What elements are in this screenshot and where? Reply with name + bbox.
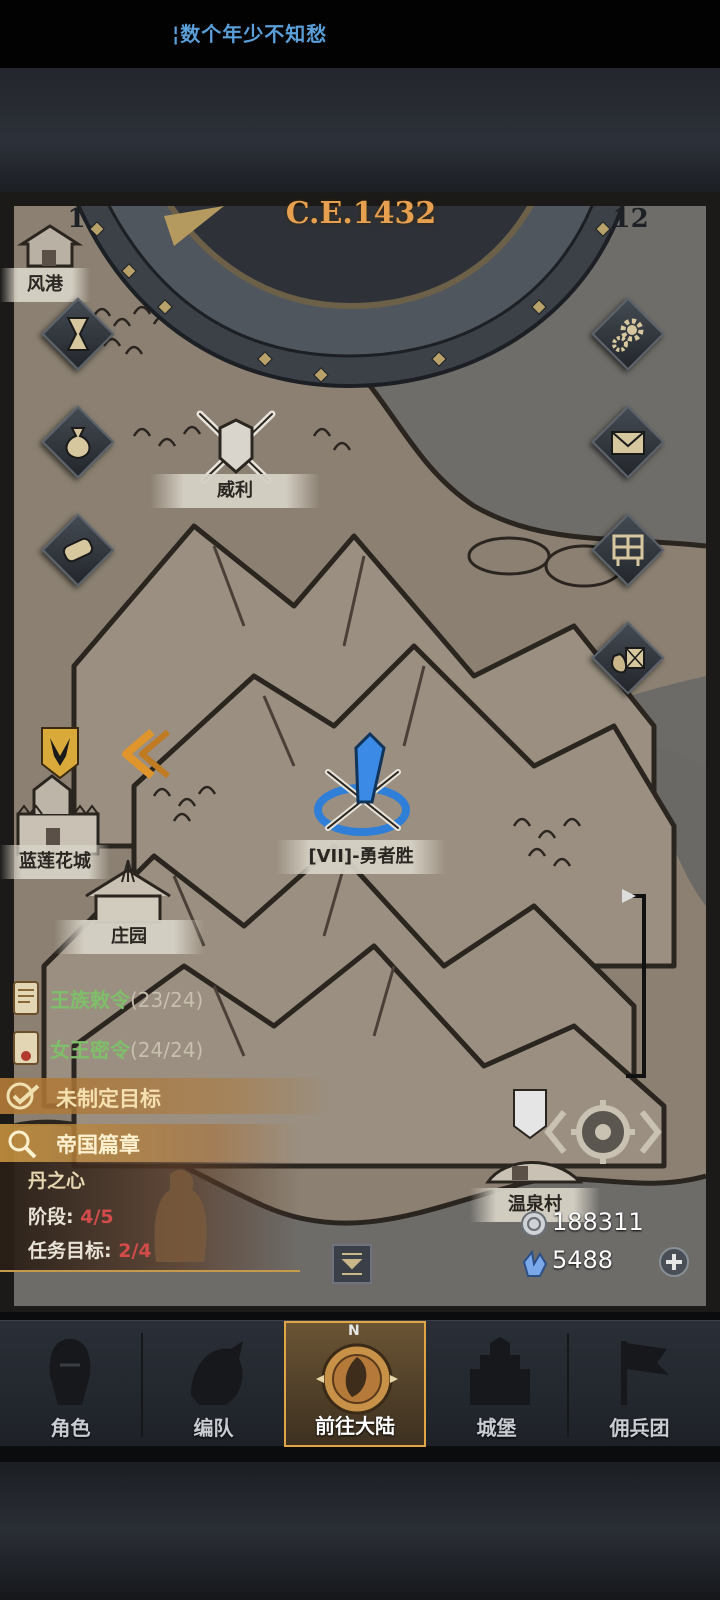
- goal-text: 未制定目标: [56, 1087, 161, 1111]
- mercenary-banner-icon: [621, 1341, 669, 1405]
- chapter-stage: 阶段: 4/5: [28, 1206, 114, 1228]
- tab-label-character: 角色: [50, 1416, 91, 1440]
- chapter-title: 帝国篇章: [56, 1133, 140, 1157]
- silver-coin-icon: [521, 1211, 547, 1237]
- tab-go-to-continent[interactable]: N 前往大陆: [284, 1321, 426, 1447]
- tab-label-go-to-continent: 前往大陆: [315, 1414, 395, 1438]
- tab-label-mercenary: 佣兵团: [609, 1416, 670, 1440]
- money-bag-button[interactable]: [40, 404, 116, 480]
- place-label-hero[interactable]: [VII]-勇者胜: [276, 840, 446, 874]
- tab-character[interactable]: 角色: [0, 1321, 141, 1447]
- silver-amount: 188311: [552, 1208, 644, 1236]
- supplies-icon: [611, 647, 645, 674]
- tab-label-castle: 城堡: [476, 1416, 517, 1440]
- chapter-task: 任务目标: 2/4: [28, 1240, 152, 1262]
- tab-formation[interactable]: 编队: [143, 1321, 284, 1447]
- notice-board-button[interactable]: [590, 512, 666, 588]
- hourglass-button[interactable]: [40, 296, 116, 372]
- add-currency-button[interactable]: [658, 1246, 690, 1278]
- crystal-amount: 5488: [552, 1246, 614, 1274]
- chapter-task-value: 2/4: [118, 1240, 152, 1262]
- gear-icon: [612, 318, 644, 352]
- status-bar: ¦数个年少不知愁: [0, 0, 720, 68]
- mail-icon: [611, 431, 645, 455]
- search-icon: [8, 1130, 37, 1159]
- scroll-icon: [62, 537, 94, 563]
- hero-marker-icon[interactable]: [310, 732, 420, 842]
- place-label-manor[interactable]: 庄园: [54, 920, 204, 954]
- goal-bar[interactable]: 未制定目标: [0, 1078, 330, 1114]
- notice-board-icon: [612, 534, 644, 566]
- month-12[interactable]: 12: [613, 206, 649, 234]
- castle-icon: [470, 1337, 530, 1405]
- tab-castle[interactable]: 城堡: [426, 1321, 567, 1447]
- compass-icon: [316, 1343, 398, 1415]
- collapse-arrow-icon[interactable]: [112, 726, 172, 782]
- supplies-button[interactable]: [590, 620, 666, 696]
- secret-order-scroll-icon: [13, 1031, 39, 1065]
- scroll-button[interactable]: [40, 512, 116, 588]
- decree-scroll-icon: [13, 981, 39, 1015]
- hourglass-icon: [66, 317, 90, 351]
- royal-decree-count: (23/24): [130, 988, 204, 1012]
- queen-order-row[interactable]: 女王密令(24/24): [0, 1028, 260, 1068]
- chapter-portrait: [154, 1169, 207, 1262]
- locate-center-icon[interactable]: [544, 1092, 662, 1172]
- settings-button[interactable]: [590, 296, 666, 372]
- place-label-weili[interactable]: 威利: [150, 474, 320, 508]
- place-label-lotus-city[interactable]: 蓝莲花城: [0, 845, 110, 879]
- mail-button[interactable]: [590, 404, 666, 480]
- calendar-year: C.E.1432: [285, 196, 437, 231]
- royal-decree-label: 王族敕令(23/24): [50, 988, 204, 1012]
- faction-banner-icon[interactable]: [40, 726, 80, 780]
- month-1[interactable]: 1: [67, 206, 85, 234]
- top-backdrop: [0, 68, 720, 192]
- target-check-icon: [6, 1082, 40, 1110]
- chapter-name: 丹之心: [28, 1170, 86, 1192]
- collapse-button[interactable]: [332, 1244, 372, 1284]
- crystal-icon: [522, 1249, 548, 1277]
- bottom-backdrop: [0, 1462, 720, 1600]
- knight-helmet-icon: [49, 1339, 91, 1405]
- queen-order-label: 女王密令(24/24): [50, 1038, 204, 1062]
- chapter-stage-value: 4/5: [80, 1206, 114, 1228]
- horse-rider-icon: [191, 1341, 243, 1405]
- royal-decree-row[interactable]: 王族敕令(23/24): [0, 978, 260, 1018]
- money-bag-icon: [65, 427, 91, 460]
- chapter-bar[interactable]: 帝国篇章: [0, 1124, 300, 1162]
- status-text: ¦数个年少不知愁: [172, 22, 328, 46]
- chapter-panel[interactable]: 丹之心 阶段: 4/5 任务目标: 2/4: [0, 1162, 300, 1272]
- game-screen: ¦数个年少不知愁 1 12 C.E.1432 风港 威利 [VII]-勇者胜 蓝…: [0, 0, 720, 1600]
- tab-mercenary[interactable]: 佣兵团: [569, 1321, 710, 1447]
- collapse-down-icon: [341, 1253, 363, 1275]
- compass-north-letter: N: [348, 1323, 360, 1339]
- tab-label-formation: 编队: [193, 1416, 234, 1440]
- bottom-tab-bar: 角色 编队 N 前往大陆 城堡 佣兵团: [0, 1320, 720, 1447]
- queen-order-count: (24/24): [130, 1038, 204, 1062]
